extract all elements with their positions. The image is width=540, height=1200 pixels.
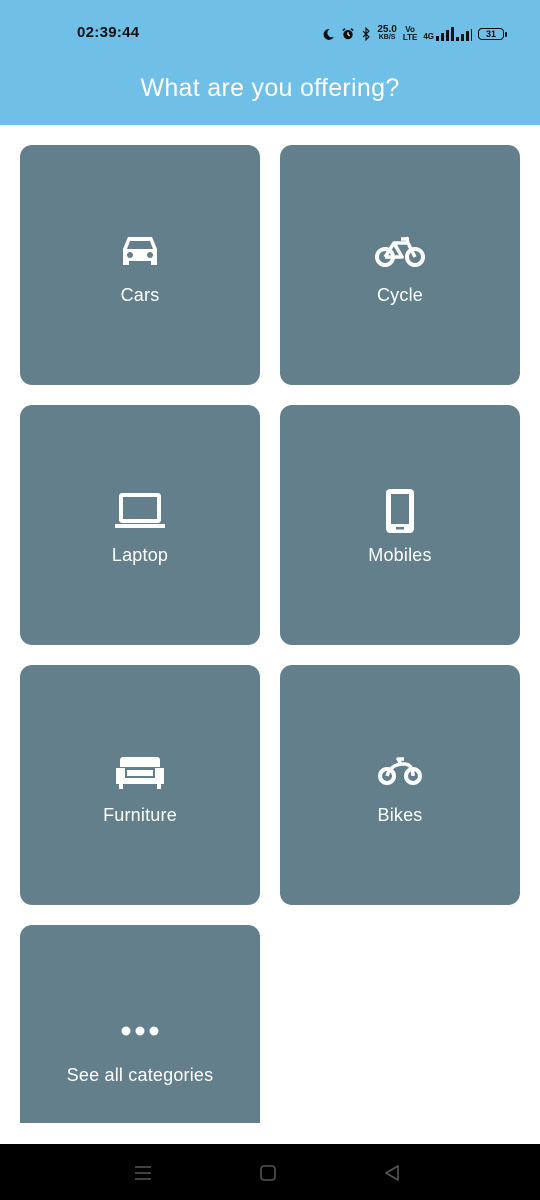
- category-label: Bikes: [377, 805, 423, 825]
- laptop-icon: [20, 483, 260, 539]
- category-tile-bikes[interactable]: Bikes: [280, 665, 520, 905]
- category-label: Cars: [120, 285, 160, 305]
- car-icon: [20, 223, 260, 279]
- status-time: 02:39:44: [77, 24, 140, 41]
- category-label: Furniture: [103, 805, 177, 825]
- home-icon[interactable]: [256, 1162, 280, 1184]
- battery-icon: 31: [478, 28, 507, 40]
- signal-label: 4G: [423, 32, 434, 41]
- bicycle-icon: [280, 223, 520, 279]
- category-tile-furniture[interactable]: Furniture: [20, 665, 260, 905]
- status-bar: 02:39:44 25.0 KB/S Vo LTE 4G 31: [0, 0, 540, 70]
- app-header: 02:39:44 25.0 KB/S Vo LTE 4G 31 What are…: [0, 0, 540, 125]
- alarm-icon: [341, 27, 355, 41]
- sofa-icon: [20, 743, 260, 799]
- back-icon[interactable]: [380, 1162, 404, 1184]
- battery-level: 31: [485, 29, 496, 39]
- signal-icon: 4G: [423, 27, 472, 41]
- system-nav-bar: [0, 1144, 540, 1200]
- page-title: What are you offering?: [140, 74, 400, 102]
- volte-indicator: Vo LTE: [403, 26, 418, 42]
- moon-icon: [322, 28, 335, 41]
- more-dots-icon: [20, 1003, 260, 1059]
- category-tile-mobiles[interactable]: Mobiles: [280, 405, 520, 645]
- network-speed-value: 25.0: [377, 24, 397, 35]
- category-tile-laptop[interactable]: Laptop: [20, 405, 260, 645]
- status-icons: 25.0 KB/S Vo LTE 4G 31: [322, 22, 507, 46]
- volte-bottom: LTE: [402, 33, 418, 42]
- bluetooth-icon: [361, 27, 371, 41]
- category-tile-cars[interactable]: Cars: [20, 145, 260, 385]
- category-label: Mobiles: [368, 545, 432, 565]
- category-label: Cycle: [376, 285, 423, 305]
- mobile-phone-icon: [280, 483, 520, 539]
- category-label: See all categories: [66, 1065, 214, 1085]
- category-tile-cycle[interactable]: Cycle: [280, 145, 520, 385]
- category-tile-see-all[interactable]: See all categories: [20, 925, 260, 1123]
- network-speed: 25.0 KB/S: [377, 24, 397, 42]
- menu-icon[interactable]: [131, 1162, 155, 1184]
- network-speed-unit: KB/S: [378, 34, 396, 41]
- motorbike-icon: [280, 743, 520, 799]
- category-label: Laptop: [111, 545, 169, 565]
